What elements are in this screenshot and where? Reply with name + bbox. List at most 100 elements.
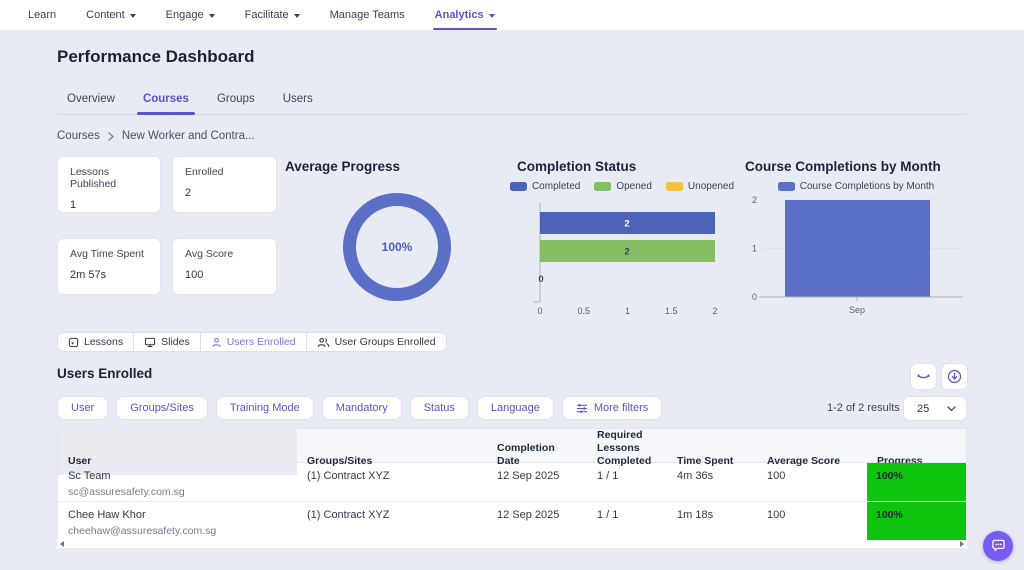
- user-group-icon: [317, 337, 330, 348]
- scroll-left-icon[interactable]: [60, 541, 64, 547]
- slides-view-button[interactable]: Slides: [133, 332, 201, 352]
- filter-status[interactable]: Status: [410, 396, 469, 420]
- user-groups-enrolled-view-button[interactable]: User Groups Enrolled: [306, 332, 447, 352]
- stat-value: 2: [185, 187, 264, 199]
- nav-item-manage-teams[interactable]: Manage Teams: [330, 0, 405, 30]
- opened-bar-value: 2: [624, 247, 629, 258]
- chevron-down-icon: [947, 406, 956, 412]
- chat-bubble-icon: [991, 539, 1006, 553]
- nav-label: Manage Teams: [330, 9, 405, 21]
- completions-by-month-bar-chart: 2 1 0 Sep: [745, 194, 967, 320]
- tab-users[interactable]: Users: [283, 84, 313, 114]
- legend-label: Course Completions by Month: [800, 181, 935, 192]
- nav-item-facilitate[interactable]: Facilitate: [245, 0, 300, 30]
- active-nav-underline: [433, 28, 497, 30]
- filter-label: User: [71, 402, 94, 414]
- stat-cards: Lessons Published 1 Enrolled 2 Avg Time …: [57, 156, 277, 295]
- stat-card-avg-time-spent: Avg Time Spent 2m 57s: [57, 238, 161, 295]
- users-enrolled-view-button[interactable]: Users Enrolled: [200, 332, 307, 352]
- user-email: cheehaw@assuresafety.com.sg: [68, 525, 289, 537]
- completions-by-month-legend: Course Completions by Month: [745, 181, 967, 192]
- view-button-label: User Groups Enrolled: [335, 336, 436, 348]
- average-progress-title: Average Progress: [285, 159, 400, 174]
- users-enrolled-section-title: Users Enrolled: [57, 366, 152, 381]
- lessons-view-button[interactable]: Lessons: [57, 332, 134, 352]
- svg-text:0: 0: [537, 306, 542, 316]
- stat-label: Enrolled: [185, 166, 264, 178]
- download-report-button[interactable]: [941, 363, 968, 390]
- user-name: Chee Haw Khor: [68, 509, 289, 521]
- svg-text:2: 2: [712, 306, 717, 316]
- stat-value: 1: [70, 199, 148, 211]
- more-filters-button[interactable]: More filters: [562, 396, 662, 420]
- nav-item-learn[interactable]: Learn: [28, 0, 56, 30]
- legend-item-completions: Course Completions by Month: [778, 181, 935, 192]
- filter-label: Training Mode: [230, 402, 300, 414]
- cell-groups-sites: (1) Contract XYZ: [297, 502, 487, 540]
- filter-training-mode[interactable]: Training Mode: [216, 396, 314, 420]
- completion-status-legend: Completed Opened Unopened: [517, 181, 727, 192]
- eye-closed-icon: [916, 372, 931, 382]
- stat-label: Lessons Published: [70, 166, 148, 190]
- cell-time-spent: 4m 36s: [667, 463, 757, 501]
- legend-label: Opened: [616, 181, 652, 192]
- filter-label: Language: [491, 402, 540, 414]
- nav-item-engage[interactable]: Engage: [166, 0, 215, 30]
- active-tab-underline: [137, 112, 195, 115]
- page-size-select[interactable]: 25: [903, 396, 967, 421]
- svg-text:Sep: Sep: [849, 305, 865, 315]
- filter-language[interactable]: Language: [477, 396, 554, 420]
- sep-bar: [785, 200, 930, 297]
- tab-label: Courses: [143, 93, 189, 105]
- breadcrumb: Courses New Worker and Contra...: [57, 130, 255, 142]
- unopened-swatch: [666, 182, 683, 191]
- chevron-down-icon: [489, 14, 495, 18]
- stat-value: 2m 57s: [70, 269, 148, 281]
- filter-user[interactable]: User: [57, 396, 108, 420]
- filter-label: Mandatory: [336, 402, 388, 414]
- nav-item-analytics[interactable]: Analytics: [435, 0, 495, 30]
- nav-item-content[interactable]: Content: [86, 0, 136, 30]
- legend-item-completed: Completed: [510, 181, 580, 192]
- dashboard-tabs: Overview Courses Groups Users: [57, 84, 967, 115]
- tab-overview[interactable]: Overview: [67, 84, 115, 114]
- stat-card-avg-score: Avg Score 100: [172, 238, 277, 295]
- tab-courses[interactable]: Courses: [143, 84, 189, 114]
- filter-groups-sites[interactable]: Groups/Sites: [116, 396, 208, 420]
- svg-text:0.5: 0.5: [578, 306, 591, 316]
- table-horizontal-scrollbar[interactable]: [57, 540, 967, 548]
- nav-label: Content: [86, 9, 125, 21]
- scroll-right-icon[interactable]: [960, 541, 964, 547]
- cell-time-spent: 1m 18s: [667, 502, 757, 540]
- collapse-rows-button[interactable]: [910, 363, 937, 390]
- stat-label: Avg Score: [185, 248, 264, 260]
- download-icon: [947, 369, 962, 384]
- tab-groups[interactable]: Groups: [217, 84, 255, 114]
- page-title: Performance Dashboard: [57, 47, 254, 67]
- results-summary: 1-2 of 2 results: [827, 402, 900, 414]
- filter-label: More filters: [594, 402, 648, 414]
- chat-support-button[interactable]: [983, 531, 1013, 561]
- table-row[interactable]: Sc Team sc@assuresafety.com.sg (1) Contr…: [58, 463, 966, 502]
- legend-label: Completed: [532, 181, 580, 192]
- page-size-value: 25: [917, 403, 929, 415]
- view-button-label: Slides: [161, 336, 190, 348]
- completions-by-month-title: Course Completions by Month: [745, 159, 941, 174]
- completion-status-bar-chart: 2 2 0 0 0.5 1 1.5 2: [516, 198, 726, 320]
- svg-text:1: 1: [625, 306, 630, 316]
- table-row[interactable]: Chee Haw Khor cheehaw@assuresafety.com.s…: [58, 502, 966, 541]
- svg-text:2: 2: [752, 195, 757, 205]
- cell-groups-sites: (1) Contract XYZ: [297, 463, 487, 501]
- monitor-icon: [144, 337, 156, 348]
- completed-swatch: [510, 182, 527, 191]
- svg-text:0: 0: [752, 292, 757, 302]
- breadcrumb-courses-link[interactable]: Courses: [57, 130, 100, 142]
- cell-user: Chee Haw Khor cheehaw@assuresafety.com.s…: [58, 502, 297, 540]
- opened-swatch: [594, 182, 611, 191]
- stat-label: Avg Time Spent: [70, 248, 148, 260]
- users-enrolled-table: User Groups/Sites Completion Date Requir…: [57, 428, 967, 541]
- cell-average-score: 100: [757, 502, 867, 540]
- filter-mandatory[interactable]: Mandatory: [322, 396, 402, 420]
- view-switcher: Lessons Slides Users Enrolled User Group…: [57, 332, 447, 352]
- nav-label: Engage: [166, 9, 204, 21]
